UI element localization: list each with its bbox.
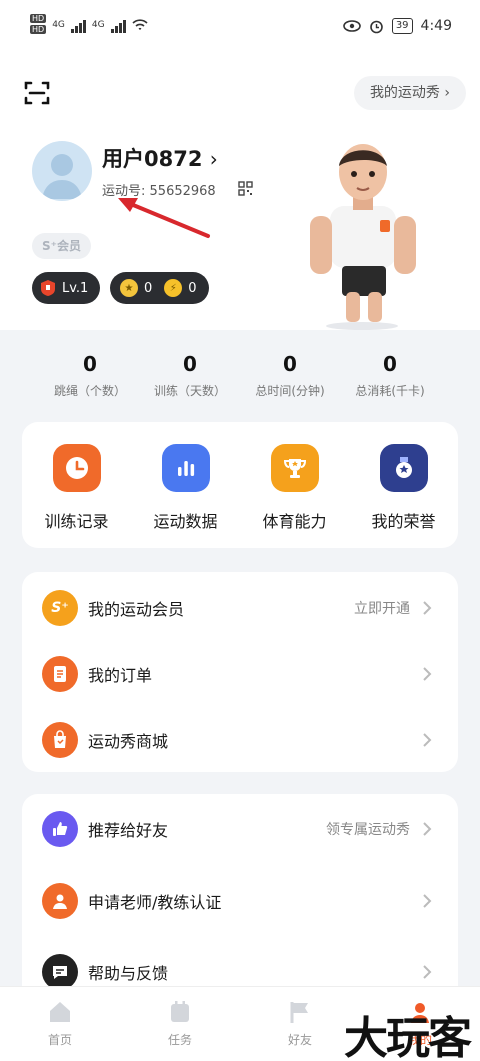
level-text: Lv.1 bbox=[62, 280, 89, 296]
bolt-coin-count: 0 bbox=[188, 280, 197, 296]
menu-item-label: 推荐给好友 bbox=[88, 821, 169, 840]
star-coin-icon: ★ bbox=[120, 279, 138, 297]
flag-icon bbox=[290, 1002, 308, 1023]
menu-card-more: 推荐给好友 领专属运动秀 申请老师/教练认证 帮助与反馈 bbox=[22, 794, 458, 1004]
menu-item-recommend-friends[interactable]: 推荐给好友 领专属运动秀 bbox=[22, 796, 458, 862]
my-sports-show-button[interactable]: 我的运动秀 › bbox=[353, 76, 466, 110]
watermark-logo: 大玩客 bbox=[344, 1013, 472, 1061]
coins-badge[interactable]: ★ 0 ⚡ 0 bbox=[110, 272, 209, 304]
my-honors-button[interactable]: 我的荣誉 bbox=[349, 422, 458, 548]
menu-item-sports-membership[interactable]: S⁺ 我的运动会员 立即开通 bbox=[22, 575, 458, 641]
chevron-right-icon: › bbox=[209, 147, 218, 171]
stat-value: 0 bbox=[83, 352, 97, 376]
exclusive-show-text: 领专属运动秀 bbox=[326, 822, 410, 838]
network-hd-icon: HD bbox=[30, 25, 47, 34]
sports-ability-button[interactable]: 体育能力 bbox=[240, 422, 349, 548]
stat-label: 训练（天数） bbox=[153, 384, 226, 398]
avatar-character-image[interactable] bbox=[300, 140, 425, 330]
chevron-right-icon bbox=[423, 965, 432, 979]
stat-value: 0 bbox=[183, 352, 197, 376]
s-plus-icon: S⁺ bbox=[42, 590, 78, 626]
tab-tasks[interactable]: 任务 bbox=[120, 987, 240, 1061]
username-text: 用户0872 bbox=[102, 147, 203, 171]
training-records-button[interactable]: 训练记录 bbox=[22, 422, 131, 548]
menu-item-label: 帮助与反馈 bbox=[88, 964, 169, 983]
menu-item-label: 我的运动会员 bbox=[88, 600, 185, 619]
wifi-icon bbox=[132, 19, 148, 30]
stat-value: 0 bbox=[383, 352, 397, 376]
chevron-right-icon bbox=[423, 733, 432, 747]
quick-action-label: 运动数据 bbox=[153, 512, 218, 531]
network-hd-icon: HD bbox=[30, 14, 47, 23]
bolt-coin-icon: ⚡ bbox=[164, 279, 183, 297]
stat-training-days: 0 训练（天数） bbox=[140, 352, 240, 399]
order-icon bbox=[42, 656, 78, 692]
task-icon bbox=[171, 1001, 189, 1022]
signal-icon bbox=[70, 17, 86, 33]
menu-item-label: 我的订单 bbox=[88, 666, 153, 685]
clock-time: 4:49 bbox=[420, 18, 452, 34]
chevron-right-icon bbox=[423, 822, 432, 836]
tab-label: 好友 bbox=[287, 1033, 312, 1047]
bar-chart-icon bbox=[161, 444, 210, 492]
stat-total-calories: 0 总消耗(千卡) bbox=[340, 352, 440, 399]
teacher-icon bbox=[42, 883, 78, 919]
avatar[interactable] bbox=[32, 141, 92, 201]
chevron-right-icon bbox=[423, 667, 432, 681]
menu-item-label: 运动秀商城 bbox=[88, 732, 169, 751]
clock-icon bbox=[52, 444, 101, 492]
scan-icon[interactable] bbox=[24, 80, 50, 106]
thumbs-up-icon bbox=[42, 811, 78, 847]
sports-data-button[interactable]: 运动数据 bbox=[131, 422, 240, 548]
tab-label: 任务 bbox=[167, 1033, 192, 1047]
shop-bag-icon bbox=[42, 722, 78, 758]
stat-total-time: 0 总时间(分钟) bbox=[240, 352, 340, 399]
menu-card-membership: S⁺ 我的运动会员 立即开通 我的订单 运动秀商城 bbox=[22, 572, 458, 772]
trophy-icon bbox=[270, 444, 319, 492]
menu-item-teacher-certification[interactable]: 申请老师/教练认证 bbox=[22, 868, 458, 934]
tab-friends[interactable]: 好友 bbox=[240, 987, 360, 1061]
home-icon bbox=[50, 1002, 70, 1022]
signal-4g-label: 4G bbox=[52, 20, 65, 30]
default-avatar-icon bbox=[42, 154, 82, 199]
stat-label: 跳绳（个数） bbox=[53, 384, 126, 398]
stat-label: 总消耗(千卡) bbox=[355, 384, 425, 398]
tab-label: 首页 bbox=[47, 1033, 72, 1047]
activate-now-text: 立即开通 bbox=[354, 601, 410, 617]
quick-action-label: 体育能力 bbox=[262, 512, 327, 531]
star-coin-count: 0 bbox=[144, 280, 153, 296]
annotation-arrow-icon bbox=[118, 198, 210, 238]
eye-icon bbox=[343, 20, 361, 32]
menu-item-sports-show-mall[interactable]: 运动秀商城 bbox=[22, 707, 458, 773]
alarm-icon bbox=[370, 20, 383, 33]
chat-icon bbox=[42, 954, 78, 990]
chevron-right-icon bbox=[423, 894, 432, 908]
stat-jump-rope: 0 跳绳（个数） bbox=[40, 352, 140, 399]
menu-item-my-orders[interactable]: 我的订单 bbox=[22, 641, 458, 707]
stats-row: 0 跳绳（个数） 0 训练（天数） 0 总时间(分钟) 0 总消耗(千卡) bbox=[40, 352, 440, 399]
username[interactable]: 用户0872 › bbox=[102, 143, 218, 173]
qr-code-icon[interactable] bbox=[238, 181, 253, 196]
medal-icon bbox=[379, 444, 428, 492]
status-bar: HD HD 4G 4G 39 4:49 bbox=[0, 0, 480, 56]
signal-icon bbox=[110, 17, 126, 33]
stat-value: 0 bbox=[283, 352, 297, 376]
stat-label: 总时间(分钟) bbox=[255, 384, 325, 398]
level-badge[interactable]: Lv.1 bbox=[32, 272, 101, 304]
shield-icon bbox=[41, 280, 55, 296]
quick-action-label: 训练记录 bbox=[44, 512, 109, 531]
menu-item-label: 申请老师/教练认证 bbox=[88, 893, 222, 912]
quick-actions-card: 训练记录 运动数据 体育能力 我的荣誉 bbox=[22, 422, 458, 548]
quick-action-label: 我的荣誉 bbox=[371, 512, 436, 531]
chevron-right-icon bbox=[423, 601, 432, 615]
tab-home[interactable]: 首页 bbox=[0, 987, 120, 1061]
battery-indicator: 39 bbox=[391, 18, 413, 34]
member-badge[interactable]: S⁺会员 bbox=[32, 233, 91, 259]
signal-4g-label: 4G bbox=[91, 20, 105, 30]
